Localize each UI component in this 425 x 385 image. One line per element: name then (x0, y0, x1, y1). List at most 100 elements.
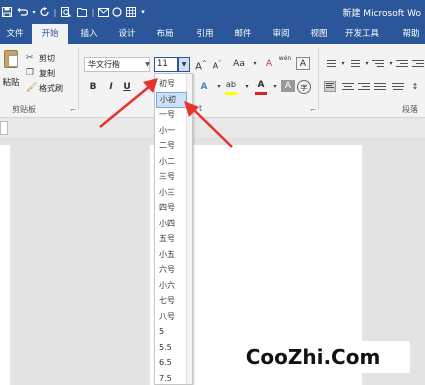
email-icon[interactable] (96, 3, 110, 21)
font-launcher-icon[interactable]: ⌐ (310, 106, 316, 114)
font-size-option[interactable]: 小五 (156, 247, 187, 263)
print-preview-icon[interactable] (58, 3, 74, 21)
font-color-button[interactable]: A (254, 78, 268, 95)
highlight-label: ab (226, 80, 236, 89)
line-spacing-icon[interactable]: ↕ (408, 80, 422, 94)
grow-font-button[interactable]: A^ (194, 57, 208, 72)
font-size-option[interactable]: 初号 (156, 76, 187, 92)
font-color-label: A (257, 80, 265, 90)
chevron-down-icon[interactable]: ▾ (268, 80, 282, 94)
font-size-option[interactable]: 5 (156, 324, 187, 340)
paste-button[interactable]: 粘贴 (0, 48, 22, 92)
increase-indent-icon[interactable] (412, 58, 424, 69)
font-size-option[interactable]: 二号 (156, 138, 187, 154)
highlight-color-bar (225, 92, 237, 95)
font-size-option[interactable]: 八号 (156, 309, 187, 325)
tab-view[interactable]: 视图 (304, 24, 334, 44)
tab-home[interactable]: 开始 (32, 24, 68, 44)
clipboard-group-label: 剪贴板 (12, 105, 36, 114)
clear-formatting-button[interactable]: A (262, 57, 276, 71)
undo-icon[interactable] (14, 3, 30, 21)
align-right-icon[interactable] (358, 81, 370, 92)
italic-button[interactable]: I (104, 80, 118, 94)
tab-references[interactable]: 引用 (190, 24, 220, 44)
open-icon[interactable] (74, 3, 90, 21)
format-painter-label: 格式刷 (39, 83, 63, 93)
title-bar: ▾ | | ▾ 新建 Microsoft Wo (0, 0, 425, 24)
more-icon[interactable]: ▾ (138, 3, 148, 21)
copy-button[interactable]: ❐ 复制 (26, 67, 55, 79)
font-size-option[interactable]: 四号 (156, 200, 187, 216)
align-left-icon[interactable] (324, 81, 336, 92)
font-size-option[interactable]: 一号 (156, 107, 187, 123)
format-painter-button[interactable]: 🖌 格式刷 (26, 82, 63, 94)
multilevel-list-icon[interactable] (372, 58, 384, 69)
group-divider (78, 48, 79, 110)
font-name-box[interactable]: 华文行楷 (84, 57, 150, 72)
cut-button[interactable]: ✂ 剪切 (26, 52, 55, 64)
shrink-font-button[interactable]: A˅ (210, 57, 224, 71)
font-size-option[interactable]: 小二 (156, 154, 187, 170)
clipboard-launcher-icon[interactable]: ⌐ (70, 106, 76, 114)
ribbon: 粘贴 ✂ 剪切 ❐ 复制 🖌 格式刷 剪贴板 ⌐ 华文行楷 ▼ 11 ▼ A^ … (0, 44, 425, 118)
table-icon[interactable] (124, 3, 138, 21)
ribbon-tabs: 文件 开始 插入 设计 布局 引用 邮件 审阅 视图 开发工具 帮助 (0, 24, 425, 44)
font-size-option[interactable]: 七号 (156, 293, 187, 309)
font-size-option[interactable]: 小六 (156, 278, 187, 294)
font-size-option[interactable]: 五号 (156, 231, 187, 247)
font-size-option[interactable]: 三号 (156, 169, 187, 185)
bullets-icon[interactable] (324, 58, 336, 69)
text-effects-button[interactable]: A (197, 80, 211, 94)
circle-icon[interactable] (110, 3, 124, 21)
paste-label: 粘贴 (2, 78, 20, 88)
underline-button[interactable]: U (120, 80, 134, 94)
decrease-indent-icon[interactable] (396, 58, 408, 69)
chevron-down-icon[interactable]: ▼ (143, 57, 152, 72)
tab-layout[interactable]: 布局 (150, 24, 180, 44)
distribute-icon[interactable] (392, 81, 404, 92)
clipboard-icon (4, 50, 18, 68)
character-shading-button[interactable]: A (281, 80, 295, 92)
phonetic-guide-button[interactable]: wén (278, 55, 292, 69)
left-page-edge (0, 145, 10, 385)
tab-file[interactable]: 文件 (0, 24, 30, 44)
font-size-option[interactable]: 小三 (156, 185, 187, 201)
highlight-button[interactable]: ab (224, 78, 238, 95)
bold-button[interactable]: B (86, 80, 100, 94)
tab-design[interactable]: 设计 (112, 24, 142, 44)
font-size-option[interactable]: 6.5 (156, 355, 187, 371)
font-size-option[interactable]: 小四 (156, 216, 187, 232)
font-size-option[interactable]: 5.5 (156, 340, 187, 356)
enclose-characters-button[interactable]: 字 (297, 80, 311, 94)
watermark: CooZhi.Com (216, 341, 410, 373)
paintbrush-icon: 🖌 (26, 83, 38, 93)
font-size-dropdown-icon[interactable]: ▼ (178, 57, 190, 72)
change-case-button[interactable]: Aa (230, 57, 248, 71)
undo-dropdown-icon[interactable]: ▾ (30, 3, 38, 21)
ruler-bar (0, 119, 425, 137)
phonetic-label: wén (278, 55, 292, 62)
font-size-option[interactable]: 六号 (156, 262, 187, 278)
chevron-down-icon[interactable]: ▾ (240, 80, 254, 94)
tab-developer[interactable]: 开发工具 (340, 24, 384, 44)
paragraph-group-label: 段落 (402, 105, 418, 114)
font-size-option[interactable]: 小初 (156, 91, 187, 108)
cut-label: 剪切 (39, 53, 55, 63)
ruler-tab-selector[interactable] (0, 121, 8, 135)
justify-icon[interactable] (374, 81, 386, 92)
tab-review[interactable]: 审阅 (266, 24, 296, 44)
tab-mailings[interactable]: 邮件 (228, 24, 258, 44)
align-center-icon[interactable] (342, 81, 354, 92)
character-border-button[interactable]: A (296, 57, 310, 70)
save-icon[interactable] (0, 3, 14, 21)
font-size-option[interactable]: 小一 (156, 123, 187, 139)
font-size-option[interactable]: 7.5 (156, 371, 187, 385)
chevron-down-icon[interactable]: ▾ (248, 57, 262, 71)
redo-icon[interactable] (38, 3, 52, 21)
numbering-icon[interactable] (348, 58, 360, 69)
tab-insert[interactable]: 插入 (74, 24, 104, 44)
font-size-box[interactable]: 11 (154, 57, 178, 72)
copy-icon: ❐ (26, 68, 35, 78)
tab-help[interactable]: 帮助 (396, 24, 425, 44)
font-color-bar (255, 92, 267, 95)
